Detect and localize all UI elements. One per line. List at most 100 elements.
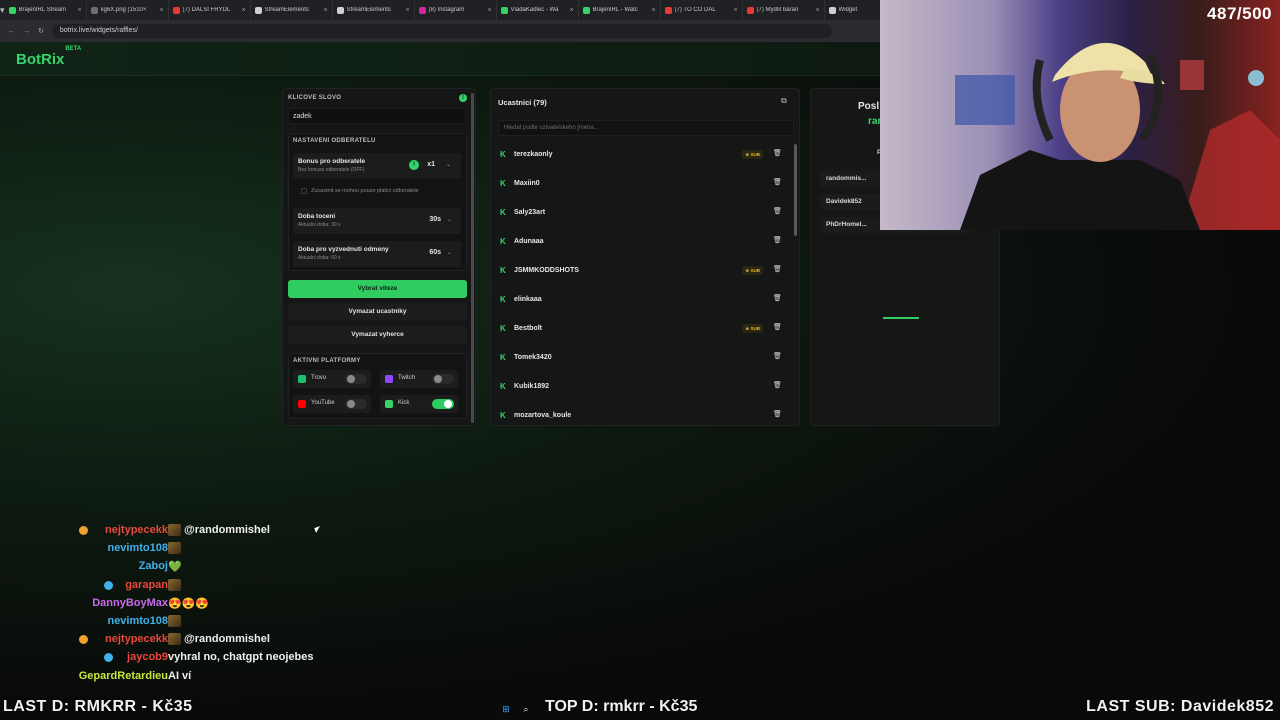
trash-icon[interactable]: 🗑 (773, 353, 782, 361)
trash-icon[interactable]: 🗑 (773, 324, 782, 332)
browser-tab[interactable]: (7) TO ČO DAL × (661, 0, 743, 20)
trash-icon[interactable]: 🗑 (773, 411, 782, 419)
chat-emote-icon (168, 542, 181, 555)
chat-badge-icon (104, 653, 114, 663)
claim-time-select[interactable]: 60s (429, 249, 441, 256)
chevron-down-icon[interactable]: ⌄ (447, 249, 452, 256)
last-sub-text: LAST SUB: Davidek852 (1086, 698, 1274, 715)
chat-message: jaycob9 vyhral no, chatgpt neojebes (60, 649, 380, 666)
close-icon[interactable]: × (651, 7, 655, 14)
chevron-down-icon[interactable]: ⌄ (446, 161, 451, 168)
participant-row: K Tomek3420 🗑 (491, 345, 796, 374)
clear-winners-button[interactable]: Vymazat vyherce (288, 326, 467, 344)
viewer-counter: 487/500 (1207, 4, 1272, 23)
windows-start-icon[interactable]: ⊞ (500, 703, 512, 715)
platform-toggle[interactable] (345, 399, 367, 409)
participants-scrollbar-thumb[interactable] (794, 144, 797, 236)
chevron-down-icon[interactable]: ⌄ (447, 216, 452, 223)
close-icon[interactable]: × (159, 7, 163, 14)
participant-row: K Saly23art 🗑 (491, 200, 796, 229)
close-icon[interactable]: × (405, 7, 409, 14)
botrix-logo[interactable]: BotRixBETA (16, 46, 81, 68)
twitch-icon (385, 375, 393, 383)
browser-tab[interactable]: StreamElements × (333, 0, 415, 20)
chat-emote-icon (168, 633, 181, 646)
browser-tab[interactable]: BrajenIRL - Watc × (579, 0, 661, 20)
browser-tab[interactable]: kg6X.png (1510× × (87, 0, 169, 20)
tab-favicon-icon (500, 6, 508, 14)
address-bar-row: ← → ↻ botrix.live/widgets/raffles/ (0, 20, 880, 42)
close-icon[interactable]: × (77, 7, 81, 14)
chat-badge-icon (78, 635, 88, 645)
url-input[interactable]: botrix.live/widgets/raffles/ (51, 24, 832, 38)
kick-icon: K (500, 237, 506, 246)
browser-tab[interactable]: VladaKadlec - Wa × (497, 0, 579, 20)
close-icon[interactable]: × (733, 7, 737, 14)
toggle-knob (347, 400, 355, 408)
info-icon[interactable]: ! (459, 94, 467, 102)
chat-message-text (168, 542, 184, 555)
kick-icon: K (500, 324, 506, 333)
trash-icon[interactable]: 🗑 (773, 150, 782, 158)
sub-bonus-row: Bonus pro odberatele Bez bonusu odberate… (293, 153, 461, 179)
browser-tab[interactable]: (7) DALŠÍ FRÝDL × (169, 0, 251, 20)
keyword-input[interactable]: zadek (288, 108, 466, 124)
platform-twitch: Twitch (380, 370, 458, 388)
pick-winner-button[interactable]: Vybrat viteze (288, 280, 467, 298)
forward-icon[interactable]: → (23, 28, 30, 35)
chat-username: GepardRetardieu (78, 669, 168, 682)
tab-label: (7) Mýdlíl baran (756, 7, 799, 13)
chat-message-body: 💚 (168, 561, 182, 574)
subs-only-checkbox-row[interactable]: Zucastnit se mohou pouze platici odberat… (293, 184, 461, 198)
sub-bonus-select[interactable]: x1 (427, 161, 435, 168)
subscriber-settings-label: NASTAVENI ODBERATELU (293, 138, 376, 144)
browser-tab[interactable]: (8) Instagram × (415, 0, 497, 20)
platform-label: Kick (398, 400, 410, 406)
platforms-label: AKTIVNI PLATFORMY (293, 358, 361, 364)
trash-icon[interactable]: 🗑 (773, 295, 782, 303)
tab-favicon-icon (746, 6, 754, 14)
platform-toggle[interactable] (432, 399, 454, 409)
chat-username: nejtypecekk (105, 524, 168, 536)
close-icon[interactable]: × (241, 7, 245, 14)
spin-time-title: Doba toceni (298, 213, 336, 220)
platform-toggle[interactable] (432, 374, 454, 384)
participant-row: K Bestbolt ★ SUB 🗑 (491, 316, 796, 345)
trash-icon[interactable]: 🗑 (773, 179, 782, 187)
trash-icon[interactable]: 🗑 (773, 266, 782, 274)
browser-tab[interactable]: StreamElements × (251, 0, 333, 20)
participants-title: Ucastnici (79) (498, 98, 547, 107)
close-icon[interactable]: × (815, 7, 819, 14)
chat-message-body: @randommishel (184, 633, 270, 646)
back-icon[interactable]: ← (8, 28, 15, 35)
reload-icon[interactable]: ↻ (38, 27, 44, 35)
spin-time-select[interactable]: 30s (429, 216, 441, 223)
platform-toggle[interactable] (345, 374, 367, 384)
copy-icon[interactable]: ⧉ (781, 96, 791, 106)
sub-bonus-info-icon[interactable]: ! (409, 160, 419, 170)
subs-only-checkbox[interactable] (301, 188, 307, 194)
participant-name: elinkaaa (514, 296, 542, 303)
participant-row: K JSMMKODDSHOTS ★ SUB 🗑 (491, 258, 796, 287)
kick-icon: K (500, 353, 506, 362)
webcam-overlay: 487/500 (880, 0, 1280, 230)
keyword-label: KLICOVE SLOVO (288, 95, 342, 101)
close-icon[interactable]: × (487, 7, 491, 14)
participant-search-input[interactable]: Hledat podle uzivatelskeho jmena... (498, 120, 794, 136)
trash-icon[interactable]: 🗑 (773, 237, 782, 245)
tab-favicon-icon (90, 6, 98, 14)
tab-label: StreamElements (264, 7, 309, 13)
trash-icon[interactable]: 🗑 (773, 208, 782, 216)
browser-tab[interactable]: (7) Mýdlíl baran × (743, 0, 825, 20)
participant-list: Kterezkaonly ★ SUB 🗑 K Maxiin0 🗑 K Saly23art 🗑 K A… (491, 142, 796, 425)
search-icon[interactable]: ⌕ (520, 703, 532, 715)
browser-tab[interactable]: Widget× (825, 0, 880, 20)
clear-participants-button[interactable]: Vymazat ucastniky (288, 303, 467, 321)
browser-tab[interactable]: BrajenIRL Stream × (5, 0, 87, 20)
close-icon[interactable]: × (323, 7, 327, 14)
settings-scrollbar-thumb[interactable] (471, 93, 474, 423)
tab-label: BrajenIRL - Watc (592, 7, 638, 13)
close-icon[interactable]: × (569, 7, 573, 14)
trash-icon[interactable]: 🗑 (773, 382, 782, 390)
winners-title: Posl (858, 101, 880, 112)
